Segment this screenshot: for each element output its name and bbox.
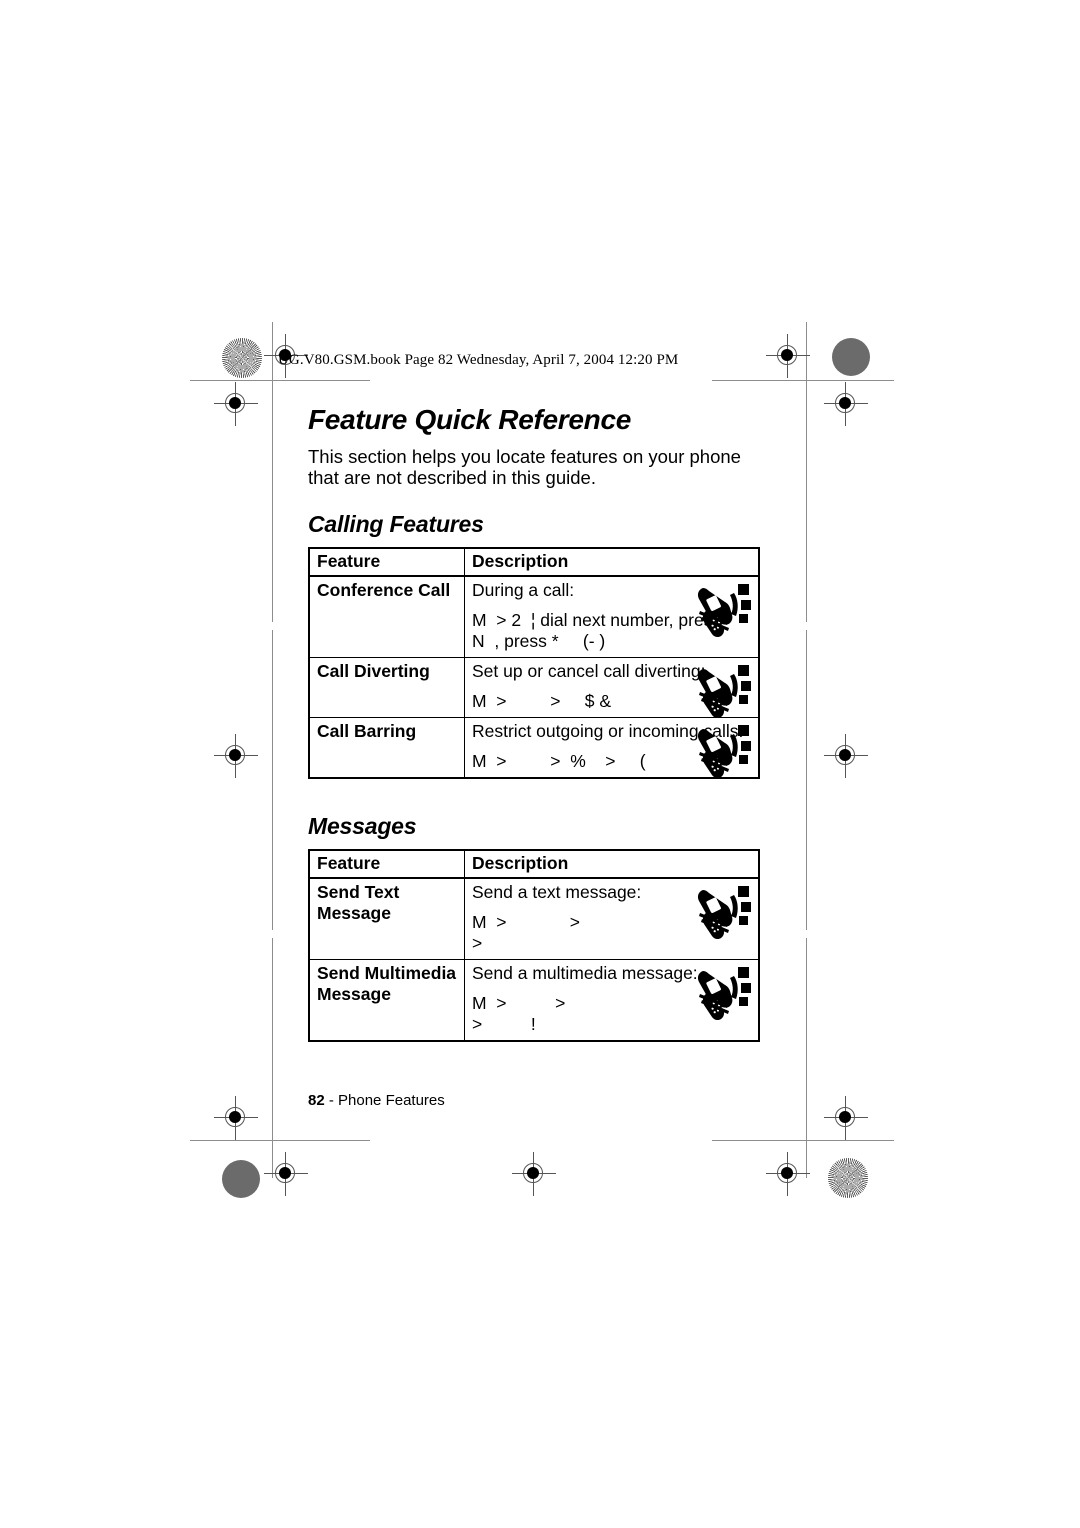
intro-paragraph: This section helps you locate features o… [308,446,741,489]
page-content: Feature Quick Reference This section hel… [308,404,760,1042]
footer-page-number: 82 [308,1092,325,1109]
feature-description-send-text-message: Send a text message: M > > > [465,878,760,960]
table-row: Conference Call During a call: M > 2 ¦ d… [309,575,760,658]
trim-line-top-left [190,380,370,381]
trim-line-top-right [712,380,894,381]
messages-table: Feature Description Send Text Message Se… [308,848,760,1042]
star-target-top-left [222,338,262,378]
trim-line-left-vertical-low [272,938,273,1178]
registration-mark-bottom-right-inner [766,1152,810,1196]
registration-mark-top-left-outer [214,382,258,426]
table-row: Send Text Message Send a text message: M… [309,877,760,960]
book-file-slug: UG.V80.GSM.book Page 82 Wednesday, April… [278,352,679,368]
star-target-bottom-right [828,1158,868,1198]
table-header-row: Feature Description [309,547,759,577]
feature-description-call-diverting: Set up or cancel call diverting: M > > $… [464,656,759,720]
table-row: Call Diverting Set up or cancel call div… [309,656,759,720]
feature-description-call-barring: Restrict outgoing or incoming calls: M >… [464,716,759,780]
column-header-description: Description [464,849,759,879]
column-header-description: Description [464,547,759,577]
registration-mark-bottom-left-inner [264,1152,308,1196]
page-title: Feature Quick Reference [308,404,632,435]
registration-mark-bottom-right-outer [824,1096,868,1140]
registration-mark-middle-left [214,734,258,778]
feature-description-send-multimedia-message: Send a multimedia message: M > > > ! [464,958,759,1041]
feature-name-send-multimedia-message: Send Multimedia Message [309,958,465,1041]
phone-flip-icon [692,581,754,639]
trim-line-left-vertical-mid [272,630,273,930]
registration-mark-top-right-outer [824,382,868,426]
trim-line-right-vertical-mid [806,630,807,930]
calling-features-table: Feature Description Conference Call Duri… [308,546,760,780]
phone-flip-icon [692,662,754,720]
trim-line-bottom-right [712,1140,894,1141]
table-header-row: Feature Description [309,849,759,879]
density-dot-bottom-left [222,1160,260,1198]
feature-description-conference-call: During a call: M > 2 ¦ dial next number,… [465,576,760,658]
page-footer: 82 - Phone Features [308,1092,445,1109]
trim-line-bottom-left [190,1140,370,1141]
phone-flip-icon [692,964,754,1022]
registration-mark-bottom-left-outer [214,1096,258,1140]
feature-name-call-diverting: Call Diverting [309,656,465,718]
column-header-feature: Feature [309,547,465,577]
section-title-messages: Messages [308,812,417,839]
column-header-feature: Feature [309,849,465,879]
trim-line-right-vertical-low [806,938,807,1178]
registration-mark-bottom-center [512,1152,556,1196]
printed-page: UG.V80.GSM.book Page 82 Wednesday, April… [0,0,1080,1528]
feature-name-send-text-message: Send Text Message [309,877,465,960]
footer-section-label: - Phone Features [328,1092,445,1109]
table-row: Send Multimedia Message Send a multimedi… [309,958,759,1041]
registration-mark-middle-right [824,734,868,778]
registration-mark-top-right-inner [766,334,810,378]
phone-flip-icon [692,722,754,780]
feature-name-conference-call: Conference Call [309,575,465,658]
phone-flip-icon [692,883,754,941]
section-title-calling-features: Calling Features [308,510,484,537]
feature-name-call-barring: Call Barring [309,716,465,778]
density-dot-top-right [832,338,870,376]
table-row: Call Barring Restrict outgoing or incomi… [309,716,759,780]
